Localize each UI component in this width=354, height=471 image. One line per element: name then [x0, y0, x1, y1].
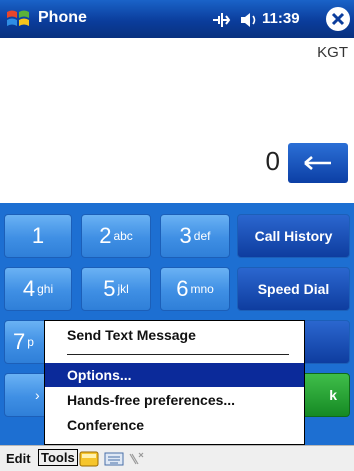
key-letters: mno — [190, 282, 214, 296]
volume-icon[interactable] — [238, 10, 260, 30]
key-digit: 6 — [176, 276, 189, 301]
windows-start-icon[interactable] — [5, 6, 31, 32]
key-6[interactable]: 6 mno — [160, 267, 230, 311]
key-letters: abc — [113, 229, 133, 243]
call-history-button[interactable]: Call History — [237, 214, 350, 258]
key-3[interactable]: 3 def — [160, 214, 230, 258]
key-digit: 5 — [103, 276, 116, 301]
call-history-label: Call History — [254, 228, 333, 244]
backspace-arrow-icon — [304, 156, 331, 170]
key-star-glyph: › — [35, 387, 40, 403]
key-5[interactable]: 5 jkl — [81, 267, 151, 311]
clock[interactable]: 11:39 — [262, 10, 300, 27]
menubar-tools[interactable]: Tools — [38, 449, 78, 466]
menubar-edit[interactable]: Edit — [6, 451, 31, 466]
key-digit: 3 — [179, 223, 192, 248]
key-1[interactable]: 1 — [4, 214, 72, 258]
backspace-button[interactable] — [288, 143, 348, 183]
title-bar: Phone 11:39 — [0, 0, 354, 38]
key-digit: 4 — [22, 276, 36, 301]
key-4[interactable]: 4 ghi — [4, 267, 72, 311]
operator-name: KGT — [317, 44, 348, 61]
connectivity-icon[interactable] — [210, 10, 232, 30]
talk-label: k — [329, 387, 337, 403]
key-digit: 1 — [31, 223, 45, 248]
menu-item-hands-free-preferences[interactable]: Hands-free preferences... — [45, 388, 304, 412]
close-button[interactable] — [326, 7, 350, 31]
speed-dial-button[interactable]: Speed Dial — [237, 267, 350, 311]
menu-item-conference[interactable]: Conference — [45, 413, 304, 437]
key-digit: 2 — [99, 223, 112, 248]
close-icon — [331, 12, 345, 26]
key-letters: jkl — [117, 282, 129, 296]
key-letters: p — [27, 335, 34, 349]
key-letters: def — [193, 229, 211, 243]
speed-dial-label: Speed Dial — [257, 281, 330, 297]
keyboard-icon[interactable] — [104, 450, 124, 468]
menu-item-options[interactable]: Options... — [45, 363, 304, 387]
key-letters: ghi — [37, 282, 54, 296]
dialed-number: 0 — [265, 146, 280, 176]
input-method-icon[interactable] — [128, 450, 144, 468]
window-title: Phone — [38, 9, 87, 26]
menu-separator — [67, 354, 289, 355]
menu-bar: Edit Tools — [0, 445, 354, 471]
notes-icon[interactable] — [79, 450, 99, 468]
menu-item-send-text-message[interactable]: Send Text Message — [45, 323, 304, 347]
key-digit: 7 — [13, 329, 26, 354]
key-2[interactable]: 2 abc — [81, 214, 151, 258]
tools-menu: Send Text Message Options... Hands-free … — [44, 320, 305, 445]
